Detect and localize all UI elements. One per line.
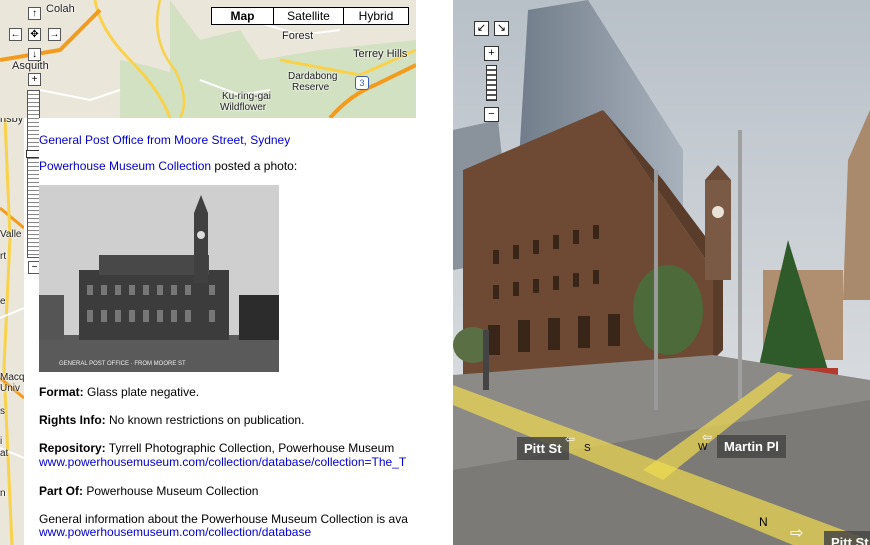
map-label-wildflower: Wildflower — [220, 102, 267, 113]
street-label-pitt-st-bottom[interactable]: Pitt St — [824, 531, 870, 545]
posted-by-line: Powerhouse Museum Collection posted a ph… — [39, 159, 297, 173]
format-label: Format: — [39, 385, 84, 399]
expand-icon[interactable]: ↙ — [474, 21, 489, 36]
map-label-colah: Colah — [46, 3, 75, 15]
posted-text: posted a photo: — [211, 159, 298, 173]
map-type-satellite-button[interactable]: Satellite — [274, 8, 344, 24]
pan-left-button[interactable]: ← — [9, 28, 22, 41]
map-label-terrey-hills: Terrey Hills — [353, 48, 408, 60]
map-label-forest: Forest — [282, 30, 314, 42]
rights-value: No known restrictions on publication. — [105, 413, 305, 427]
pan-center-button[interactable]: ✥ — [28, 28, 41, 41]
map-strip-roads — [0, 118, 24, 545]
map-label-edge-valle: Valle — [0, 229, 22, 240]
map-label-edge-nsby: nsby — [0, 118, 24, 125]
repository-line: Repository: Tyrrell Photographic Collect… — [39, 441, 394, 455]
map-type-selector: Map Satellite Hybrid — [211, 7, 409, 25]
photo-caption: GENERAL POST OFFICE · FROM MOORE ST — [59, 361, 186, 367]
sv-zoom-out-button[interactable]: − — [484, 107, 499, 122]
pan-up-button[interactable]: ↑ — [28, 7, 41, 20]
poster-link[interactable]: Powerhouse Museum Collection — [39, 159, 211, 173]
sv-zoom-in-button[interactable]: + — [484, 46, 499, 61]
map-label-edge-univ: Univ — [0, 383, 21, 394]
format-value: Glass plate negative. — [83, 385, 200, 399]
historic-photo-image — [39, 185, 279, 372]
direction-n: N — [759, 515, 768, 529]
general-info-link[interactable]: www.powerhousemuseum.com/collection/data… — [39, 525, 311, 539]
route-shield-3: 3 — [355, 76, 369, 90]
street-view-image — [453, 0, 870, 545]
street-label-martin-pl[interactable]: Martin Pl — [717, 435, 786, 458]
partof-label: Part Of: — [39, 484, 84, 498]
map-label-edge-i: i — [0, 436, 3, 447]
map-label-edge-e: e — [0, 296, 6, 307]
general-info-text: General information about the Powerhouse… — [39, 512, 408, 526]
map-label-edge-macq: Macq — [0, 372, 24, 383]
rights-label: Rights Info: — [39, 413, 106, 427]
street-label-pitt-st[interactable]: Pitt St — [517, 437, 569, 460]
pan-down-button[interactable]: ↓ — [28, 48, 41, 61]
map-label-edge-n: n — [0, 488, 6, 499]
map-panel[interactable]: Colah Forest Terrey Hills Asquith Dardab… — [0, 0, 416, 118]
pan-right-button[interactable]: → — [48, 28, 61, 41]
map-label-edge-rt: rt — [0, 251, 7, 262]
map-label-asquith: Asquith — [12, 60, 49, 72]
partof-value: Powerhouse Museum Collection — [83, 484, 259, 498]
direction-s: S — [584, 443, 591, 454]
repository-value: Tyrrell Photographic Collection, Powerho… — [105, 441, 395, 455]
info-window: General Post Office from Moore Street, S… — [39, 118, 416, 545]
photo-title-link[interactable]: General Post Office from Moore Street, S… — [39, 133, 290, 147]
street-view-panel[interactable]: Pitt St S ⇦ Martin Pl W ⇦ N ⇨ Pitt St ↙ … — [453, 0, 870, 545]
zoom-in-button[interactable]: + — [28, 73, 41, 86]
partof-line: Part Of: Powerhouse Museum Collection — [39, 484, 258, 498]
repository-label: Repository: — [39, 441, 106, 455]
map-label-edge-at: at — [0, 448, 9, 459]
rights-line: Rights Info: No known restrictions on pu… — [39, 413, 304, 427]
format-line: Format: Glass plate negative. — [39, 385, 199, 399]
map-left-strip[interactable]: nsby Valle rt e Macq Univ s i at n — [0, 118, 24, 545]
repository-link[interactable]: www.powerhousemuseum.com/collection/data… — [39, 455, 406, 469]
map-label-reserve: Reserve — [292, 82, 330, 93]
historic-photo[interactable]: GENERAL POST OFFICE · FROM MOORE ST — [39, 185, 279, 372]
collapse-icon[interactable]: ↘ — [494, 21, 509, 36]
arrow-icon-pitt[interactable]: ⇦ — [565, 432, 575, 446]
sv-zoom-slider[interactable] — [486, 65, 497, 101]
map-type-hybrid-button[interactable]: Hybrid — [344, 8, 408, 24]
arrow-icon-martin[interactable]: ⇦ — [702, 430, 712, 444]
map-label-dardabong: Dardabong — [288, 71, 338, 82]
arrow-icon-pitt-bottom[interactable]: ⇨ — [790, 523, 803, 543]
map-label-edge-s: s — [0, 406, 5, 417]
map-label-kuringgai: Ku-ring-gai — [222, 91, 271, 102]
map-type-map-button[interactable]: Map — [212, 8, 274, 24]
